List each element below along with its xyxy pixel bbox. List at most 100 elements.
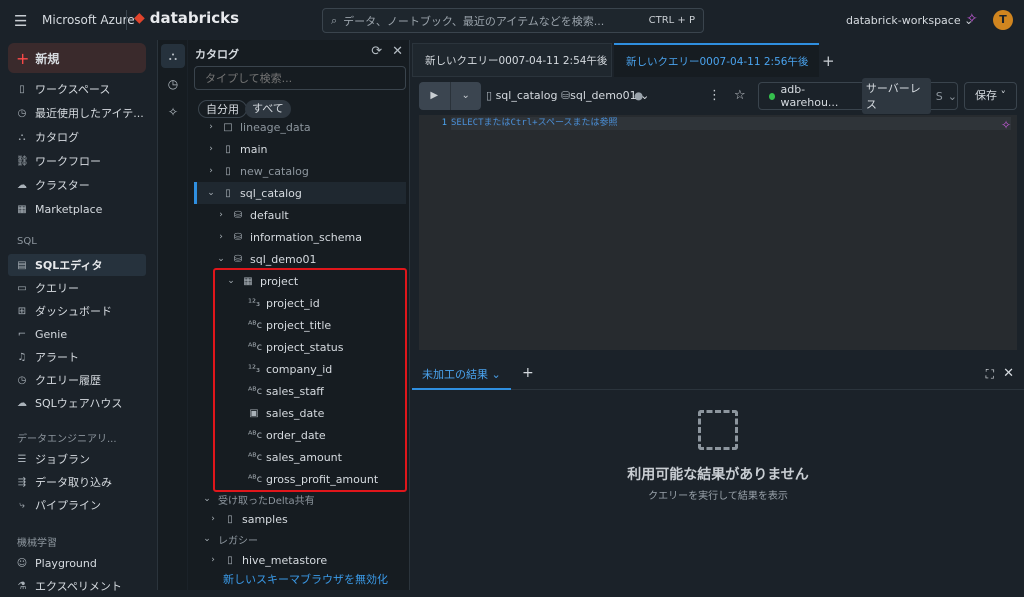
legacy-section[interactable]: ⌄ レガシー	[202, 528, 258, 550]
sidebar-item[interactable]: ⛬ カタログ	[8, 126, 146, 148]
sidebar-item[interactable]: ▭ クエリー	[8, 277, 146, 299]
catalog-icon: ▯	[486, 89, 493, 102]
line-number: 1	[441, 118, 447, 128]
tree-item[interactable]: › ▯ new_catalog	[206, 160, 309, 182]
catalog-search-input[interactable]	[194, 66, 406, 90]
sidebar-item[interactable]: ☺ Playground	[8, 552, 146, 574]
new-button[interactable]: + 新規	[8, 43, 146, 73]
de_items-icon: ☰	[17, 453, 27, 465]
close-icon[interactable]: ✕	[1003, 366, 1014, 381]
catalog-icon: ▯	[227, 554, 233, 566]
star-icon[interactable]: ☆	[734, 82, 746, 110]
section-ml: 機械学習	[17, 538, 57, 549]
sql_items-icon: ▤	[17, 259, 27, 271]
section-data-engineering: データエンジニアリ...	[17, 434, 117, 445]
sidebar-item[interactable]: ⊞ ダッシュボード	[8, 300, 146, 322]
databricks-logo[interactable]: ◆ databricks	[134, 9, 239, 27]
tree-node-icon: ▯	[225, 187, 231, 199]
sidebar-item[interactable]: ☁ クラスター	[8, 174, 146, 196]
catalog-icon[interactable]: ⛬	[161, 44, 185, 68]
expand-icon[interactable]: ⛶	[986, 367, 994, 382]
catalog-title: カタログ	[195, 48, 239, 61]
disable-schema-browser-link[interactable]: 新しいスキーマブラウザを無効化	[223, 568, 388, 590]
tab-query-2[interactable]: 新しいクエリー0007-04-11 2:56午後 ●	[614, 43, 819, 102]
chevron-icon: ›	[219, 232, 223, 242]
global-search-input[interactable]: ⌕ データ、ノートブック、最近のアイテムなどを検索... CTRL + P	[322, 8, 704, 33]
search-shortcut: CTRL + P	[648, 15, 695, 26]
sidebar-item[interactable]: ⇶ データ取り込み	[8, 471, 146, 493]
sql_items-icon: ☁	[17, 397, 27, 409]
chevron-icon: ⌄	[217, 254, 225, 264]
items-icon: ▦	[17, 203, 27, 215]
tree-item[interactable]: ⌄ ⛁ sql_demo01	[216, 248, 316, 270]
search-icon: ⌕	[331, 13, 338, 27]
chevron-icon: ›	[209, 144, 213, 154]
tree-item[interactable]: › ⛁ default	[216, 204, 289, 226]
menu-icon[interactable]: ☰	[14, 12, 27, 30]
tree-item[interactable]: › ⛁ information_schema	[216, 226, 362, 248]
empty-subtitle: クエリーを実行して結果を表示	[648, 491, 788, 502]
tab-query-1[interactable]: 新しいクエリー0007-04-11 2:54午後	[412, 43, 612, 77]
status-dot	[769, 92, 776, 100]
sidebar-item[interactable]: ⛓ ワークフロー	[8, 150, 146, 172]
editor-placeholder: SELECTまたはCtrl+スペースまたは参照	[451, 117, 1011, 130]
save-button[interactable]: 保存 ˅	[964, 82, 1017, 110]
refresh-icon[interactable]: ⟳	[371, 44, 382, 59]
history-icon[interactable]: ◷	[161, 72, 185, 96]
sidebar-item[interactable]: ◷ クエリー履歴	[8, 369, 146, 391]
chevron-icon: ›	[209, 122, 213, 132]
chevron-icon: ›	[219, 210, 223, 220]
sidebar-item[interactable]: ▯ ワークスペース	[8, 78, 146, 100]
workspace-selector[interactable]: databrick-workspace ⌄	[846, 14, 973, 27]
assistant-icon[interactable]: ✧	[161, 100, 185, 124]
run-button[interactable]: ▶ ⌄	[419, 82, 481, 110]
brand-label: Microsoft Azure	[42, 13, 135, 27]
left-sidebar: + 新規 ▯ ワークスペース ◷ 最近使用したアイテ... ⛬ カタログ ⛓ ワークフロー ☁ クラ…	[0, 40, 155, 593]
de_items-icon: ⇶	[17, 476, 27, 488]
items-icon: ⛓	[16, 155, 29, 167]
tree-item-samples[interactable]: › ▯ samples	[208, 508, 288, 530]
sidebar-item[interactable]: ▤ SQLエディタ	[8, 254, 146, 276]
sidebar-item[interactable]: ◷ 最近使用したアイテ...	[8, 102, 146, 124]
databricks-logo-icon: ◆	[134, 10, 145, 26]
tree-node-icon: ▯	[225, 165, 231, 177]
add-result-tab-button[interactable]: +	[522, 365, 534, 381]
sidebar-item[interactable]: ☁ SQLウェアハウス	[8, 392, 146, 414]
close-icon[interactable]: ✕	[392, 44, 403, 59]
assistant-sparkle-icon[interactable]: ✧	[1001, 118, 1011, 132]
code-editor[interactable]: 1 SELECTまたはCtrl+スペースまたは参照 ✧	[419, 115, 1017, 350]
more-icon[interactable]: ⋮	[708, 82, 721, 110]
warehouse-selector[interactable]: adb-warehou... サーバーレス S ⌄	[758, 78, 958, 114]
tree-item[interactable]: ⌄ ▯ sql_catalog	[194, 182, 406, 204]
schema-icon: ⛁	[560, 89, 571, 102]
add-tab-button[interactable]: +	[822, 52, 835, 70]
plus-icon: +	[16, 48, 30, 68]
catalog-icon-rail: ⛬ ◷ ✧	[157, 40, 187, 590]
assistant-sparkle-icon[interactable]: ✧	[966, 11, 978, 27]
divider	[126, 10, 127, 30]
tree-node-icon: ⛁	[233, 209, 243, 221]
sidebar-item[interactable]: ▦ Marketplace	[8, 198, 146, 220]
chevron-icon: ⌄	[207, 188, 215, 198]
tree-node-icon: ⛁	[233, 253, 243, 265]
sidebar-item[interactable]: ☰ ジョブラン	[8, 448, 146, 470]
tree-node-icon: □	[223, 121, 233, 133]
highlight-box	[213, 268, 407, 492]
play-icon: ▶	[430, 90, 439, 101]
sidebar-item[interactable]: ♫ アラート	[8, 346, 146, 368]
chevron-icon: ›	[209, 166, 213, 176]
sidebar-item[interactable]: ⚗ エクスペリメント	[8, 575, 146, 597]
de_items-icon: ⤷	[19, 499, 25, 511]
tree-node-icon: ⛁	[233, 231, 243, 243]
tree-item[interactable]: › ▯ main	[206, 138, 267, 160]
shared-catalog-icon: ▯	[227, 513, 233, 525]
tree-item[interactable]: › □ lineage_data	[206, 116, 310, 138]
tab-raw-results[interactable]: 未加工の結果 ⌄	[412, 360, 511, 390]
sidebar-item[interactable]: ⌐ Genie	[8, 323, 146, 345]
catalog-selector[interactable]: ▯ sql_catalog ⛁sql_demo01 ⌄	[486, 82, 649, 110]
items-icon: ☁	[17, 179, 27, 191]
sidebar-item[interactable]: ⤷ パイプライン	[8, 494, 146, 516]
sql_items-icon: ▭	[17, 282, 27, 294]
items-icon: ⛬	[18, 131, 26, 143]
avatar[interactable]: T	[993, 10, 1013, 30]
